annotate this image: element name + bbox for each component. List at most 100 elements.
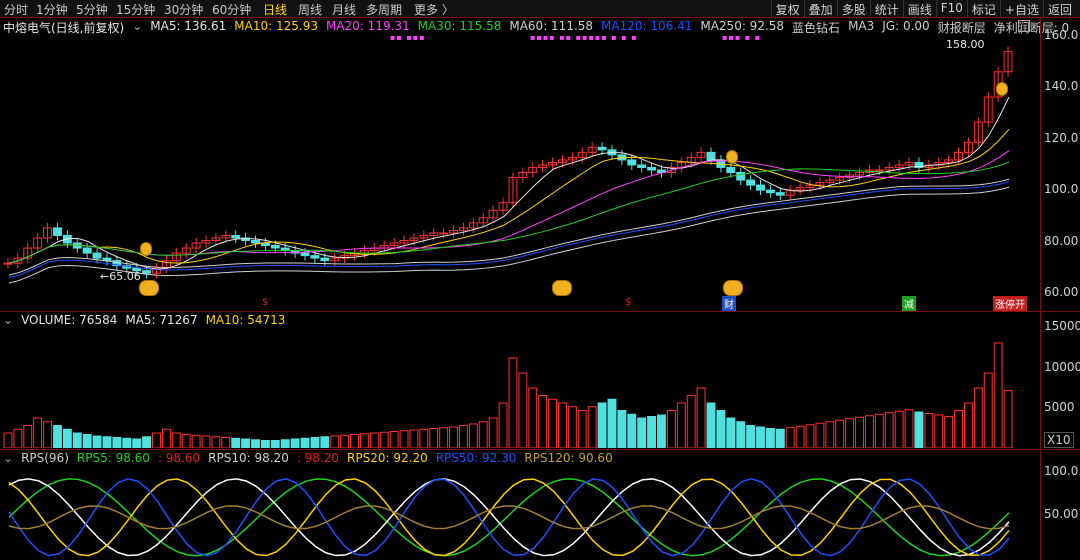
earnings-badge[interactable]: 财	[722, 296, 736, 311]
tab-more-label: 更多	[414, 3, 439, 17]
volume-bar	[379, 431, 389, 448]
volume-bar	[330, 435, 340, 448]
volume-tick: 15000	[1044, 319, 1080, 333]
tab-more[interactable]: 更多 〉	[414, 1, 454, 18]
volume-bar	[775, 428, 785, 448]
volume-bar	[924, 413, 934, 448]
volume-bar	[13, 428, 23, 448]
tab-weekly[interactable]: 周线	[298, 1, 322, 18]
rps-line	[8, 505, 1010, 530]
f10-button[interactable]: F10	[935, 0, 967, 17]
volume-tick: 10000	[1044, 360, 1080, 374]
add-watchlist-button[interactable]: +自选	[999, 0, 1043, 17]
volume-bar	[320, 436, 330, 448]
rps5-value: : 98.60	[157, 451, 201, 465]
tab-1min[interactable]: 1分钟	[36, 1, 68, 18]
volume-bar	[765, 428, 775, 448]
candle	[647, 166, 657, 171]
volume-label: VOLUME: 76584	[21, 313, 118, 327]
volume-bar	[815, 422, 825, 448]
mark-button[interactable]: 标记	[966, 0, 1000, 17]
volume-bar	[260, 440, 270, 448]
volume-bar	[211, 436, 221, 448]
volume-bar	[973, 387, 983, 448]
volume-bar	[914, 411, 924, 448]
volume-bar	[686, 395, 696, 448]
volume-bar	[736, 421, 746, 448]
rps20-label: RPS20: 92.20	[347, 451, 428, 465]
volume-bar	[310, 437, 320, 448]
toolbar-right: 复权 叠加 多股 统计 画线 F10 标记 +自选 返回	[770, 0, 1076, 17]
price-chart[interactable]	[0, 34, 1040, 311]
tab-15min[interactable]: 15分钟	[116, 1, 155, 18]
volume-bar	[498, 402, 508, 448]
coin-icon[interactable]	[139, 280, 159, 296]
tab-multi-period[interactable]: 多周期	[366, 1, 402, 18]
volume-bar	[439, 427, 449, 448]
tab-monthly[interactable]: 月线	[332, 1, 356, 18]
period-toolbar: 分时 1分钟 5分钟 15分钟 30分钟 60分钟 日线 周线 月线 多周期 更…	[0, 0, 1080, 18]
volume-bar	[785, 427, 795, 448]
tab-60min[interactable]: 60分钟	[212, 1, 251, 18]
volume-bar	[53, 425, 62, 448]
volume-bar	[300, 437, 310, 448]
tab-fenshi[interactable]: 分时	[4, 1, 28, 18]
fuquan-button[interactable]: 复权	[770, 0, 804, 17]
candle	[300, 252, 310, 257]
maximize-icon[interactable]	[1018, 20, 1030, 32]
volume-bar	[72, 432, 82, 448]
price-tick: 140.0	[1044, 79, 1079, 93]
money-bag-icon[interactable]	[140, 242, 152, 256]
volume-bar	[251, 439, 260, 448]
volume-bar	[43, 421, 53, 448]
volume-bar	[399, 430, 409, 448]
candle	[874, 169, 884, 172]
volume-bar	[835, 419, 845, 448]
coin-icon[interactable]	[723, 280, 743, 296]
chevron-right-icon: 〉	[438, 3, 454, 17]
overlay-button[interactable]: 叠加	[803, 0, 837, 17]
volume-chevron-icon[interactable]: ⌄	[3, 313, 13, 327]
volume-bar	[429, 428, 439, 448]
volume-bar	[874, 413, 884, 448]
money-bag-icon[interactable]	[996, 82, 1008, 96]
tab-daily[interactable]: 日线	[263, 1, 287, 18]
candle	[82, 247, 92, 254]
volume-bar	[231, 437, 241, 448]
tab-30min[interactable]: 30分钟	[164, 1, 203, 18]
candle	[627, 159, 637, 166]
volume-chart[interactable]	[0, 328, 1040, 448]
back-button[interactable]: 返回	[1042, 0, 1076, 17]
volume-bar	[567, 406, 577, 448]
panel-divider	[0, 311, 1080, 312]
dividend-marker[interactable]: $	[623, 297, 633, 308]
rps-tick: 50.00	[1044, 507, 1079, 521]
tab-5min[interactable]: 5分钟	[76, 1, 108, 18]
coin-icon[interactable]	[552, 280, 572, 296]
volume-bar	[726, 417, 736, 448]
volume-bar	[458, 425, 468, 448]
volume-bar	[181, 434, 191, 448]
rps5-label: RPS5: 98.60	[76, 451, 150, 465]
rps-chart[interactable]	[0, 466, 1040, 560]
volume-bar	[518, 372, 528, 448]
price-tick: 120.0	[1044, 131, 1079, 145]
candle	[765, 189, 775, 194]
dividend-marker[interactable]: $	[260, 297, 270, 308]
volume-bar	[1003, 390, 1013, 448]
volume-bar	[746, 425, 756, 448]
reduce-badge[interactable]: 减	[902, 296, 916, 311]
money-bag-icon[interactable]	[726, 150, 738, 164]
statistics-button[interactable]: 统计	[869, 0, 903, 17]
rps-chevron-icon[interactable]: ⌄	[3, 451, 13, 465]
multi-stock-button[interactable]: 多股	[836, 0, 870, 17]
volume-bar	[983, 372, 993, 448]
draw-line-button[interactable]: 画线	[902, 0, 936, 17]
volume-bar	[112, 437, 122, 448]
volume-bar	[657, 414, 666, 448]
volume-bar	[33, 417, 43, 448]
volume-bar	[102, 436, 112, 448]
limit-up-badge[interactable]: 涨停开	[993, 296, 1027, 311]
volume-bar	[993, 342, 1003, 448]
candle	[53, 227, 62, 236]
